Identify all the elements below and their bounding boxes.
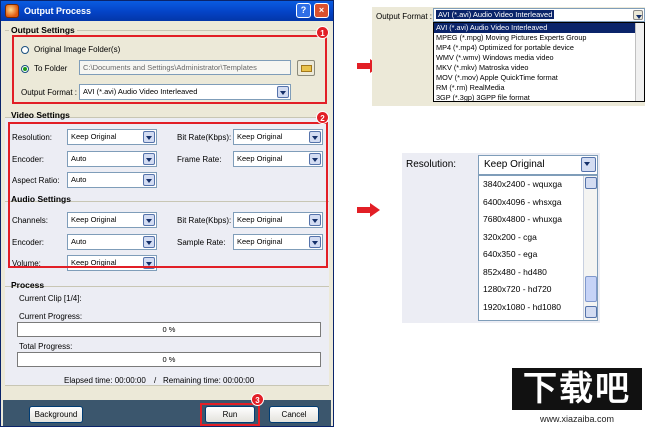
watermark-logo: 下载吧: [512, 368, 642, 410]
badge-three: 3: [251, 393, 264, 406]
current-clip-label: Current Clip [1/4]:: [19, 294, 82, 303]
format-option[interactable]: WMV (*.wmv) Windows media video: [434, 53, 644, 63]
resolution-option[interactable]: 7680x4800 - whuxga: [479, 211, 597, 229]
highlight-box-run: [200, 403, 260, 426]
zoom-output-format-label: Output Format :: [376, 12, 433, 21]
resolution-list[interactable]: 3840x2400 - wquxga 6400x4096 - whsxga 76…: [478, 175, 598, 321]
zoom-output-format-select[interactable]: AVI (*.avi) Audio Video Interleaved: [433, 8, 645, 22]
watermark-url: www.xiazaiba.com: [539, 414, 615, 424]
format-option[interactable]: MOV (*.mov) Apple QuickTime format: [434, 73, 644, 83]
resolution-option[interactable]: 320x200 - cga: [479, 229, 597, 247]
output-process-dialog: Output Process ? × Output Settings Origi…: [0, 0, 334, 427]
help-button[interactable]: ?: [296, 3, 311, 18]
output-format-list[interactable]: AVI (*.avi) Audio Video Interleaved MPEG…: [433, 22, 645, 102]
resolution-option[interactable]: 852x480 - hd480: [479, 264, 597, 282]
window-title: Output Process: [24, 6, 92, 16]
dialog-body: Output Settings Original Image Folder(s)…: [3, 22, 331, 425]
video-settings-heading: Video Settings: [11, 110, 70, 120]
button-bar: Background Run Cancel 3: [3, 393, 331, 426]
scroll-thumb[interactable]: [585, 276, 597, 302]
title-bar: Output Process ? ×: [1, 1, 333, 21]
elapsed-time: Elapsed time: 00:00:00: [64, 376, 146, 385]
format-option[interactable]: AVI (*.avi) Audio Video Interleaved: [434, 23, 644, 33]
app-icon: [5, 4, 19, 18]
resolution-option[interactable]: 640x350 - ega: [479, 246, 597, 264]
highlight-box-output: [12, 35, 327, 104]
badge-two: 2: [316, 111, 329, 124]
resolution-option[interactable]: 3840x2400 - wquxga: [479, 176, 597, 194]
format-option[interactable]: MKV (*.mkv) Matroska video: [434, 63, 644, 73]
format-option[interactable]: RM (*.rm) RealMedia: [434, 83, 644, 93]
background-button[interactable]: Background: [29, 406, 83, 423]
cancel-button[interactable]: Cancel: [269, 406, 319, 423]
zoom-resolution-value: Keep Original: [484, 159, 545, 170]
highlight-box-settings: [8, 122, 328, 268]
current-progress-bar: 0 %: [17, 322, 321, 337]
zoom-resolution-select[interactable]: Keep Original: [478, 155, 598, 175]
current-progress-label: Current Progress:: [19, 312, 83, 321]
output-settings-heading: Output Settings: [9, 25, 77, 35]
resolution-option[interactable]: 1280x720 - hd720: [479, 281, 597, 299]
format-list-scrollbar[interactable]: [635, 23, 644, 101]
resolution-scrollbar[interactable]: [583, 176, 597, 320]
badge-one: 1: [316, 26, 329, 39]
close-button[interactable]: ×: [314, 3, 329, 18]
zoom-output-format-value: AVI (*.avi) Audio Video Interleaved: [436, 10, 555, 19]
watermark: 下载吧 www.xiazaiba.com: [508, 368, 646, 426]
remaining-time: Remaining time: 00:00:00: [163, 376, 255, 385]
format-option[interactable]: MP4 (*.mp4) Optimized for portable devic…: [434, 43, 644, 53]
total-progress-label: Total Progress:: [19, 342, 73, 351]
chevron-down-icon[interactable]: [633, 10, 643, 20]
format-option[interactable]: 3GP (*.3gp) 3GPP file format: [434, 93, 644, 101]
resolution-option[interactable]: 1920x1080 - hd1080: [479, 299, 597, 317]
process-heading: Process: [11, 280, 45, 290]
resolution-option[interactable]: 6400x4096 - whsxga: [479, 194, 597, 212]
chevron-down-icon[interactable]: [581, 157, 596, 172]
total-progress-bar: 0 %: [17, 352, 321, 367]
time-separator: /: [154, 376, 157, 385]
format-option[interactable]: MPEG (*.mpg) Moving Pictures Experts Gro…: [434, 33, 644, 43]
arrow-icon: [357, 203, 381, 217]
scroll-up-icon[interactable]: [585, 177, 597, 189]
scroll-down-icon[interactable]: [585, 306, 597, 318]
zoom-resolution-label: Resolution:: [406, 159, 457, 170]
